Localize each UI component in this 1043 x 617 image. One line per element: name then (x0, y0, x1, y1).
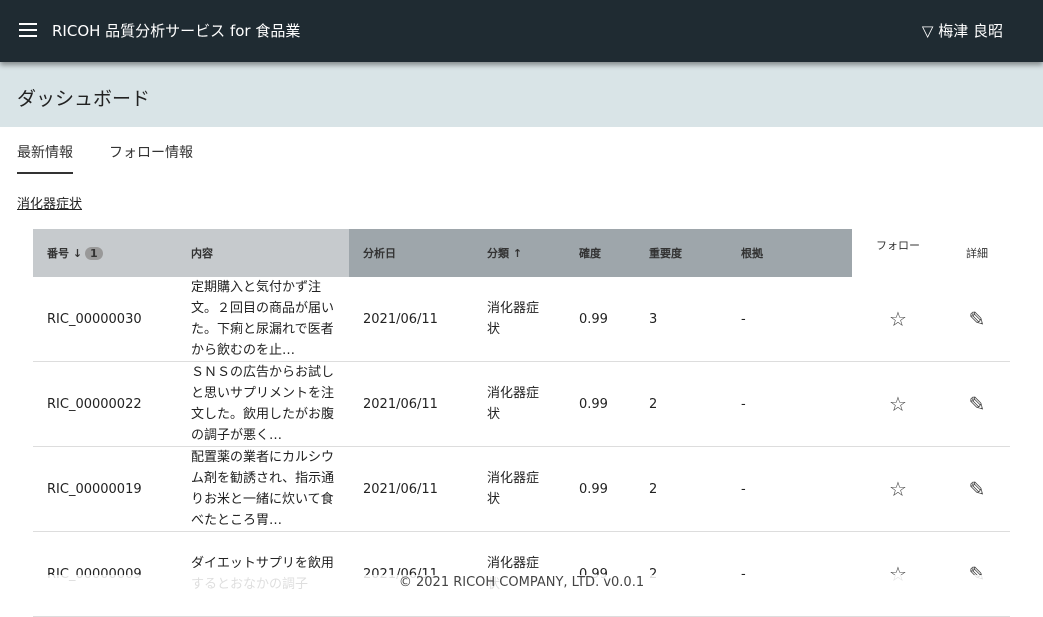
results-table: 番号 ↓ 1 内容 分析日 分類 ↑ 確度 重要度 根拠 フォロー 詳細 RIC_… (33, 229, 1010, 617)
row-confidence: 0.99 (565, 446, 635, 532)
row-confidence: 0.99 (565, 361, 635, 447)
row-date: 2021/06/11 (349, 446, 473, 532)
row-content: 配置薬の業者にカルシウム剤を勧誘され、指示通りお米と一緒に炊いて食べたところ胃… (191, 450, 335, 528)
row-category: 消化器症状 (487, 301, 540, 337)
follow-star-icon[interactable]: ☆ (852, 277, 944, 362)
row-basis: - (727, 361, 852, 447)
row-importance: 2 (635, 361, 727, 447)
row-date: 2021/06/11 (349, 361, 473, 447)
row-category-cell: 消化器症状 (473, 446, 565, 532)
tab-follow[interactable]: フォロー情報 (109, 142, 193, 162)
header-detail: 詳細 (944, 229, 1010, 277)
header-confidence[interactable]: 確度 (565, 229, 635, 277)
category-filter-link[interactable]: 消化器症状 (17, 193, 82, 212)
row-content: ダイエットサプリを飲用するとおなかの調子 (191, 556, 334, 592)
row-id: RIC_00000009 (33, 531, 177, 617)
row-basis: - (727, 531, 852, 617)
table-row[interactable]: RIC_00000030 定期購入と気付かず注文。２回目の商品が届いた。下痢と尿… (33, 277, 1010, 362)
edit-pencil-icon[interactable]: ✎ (944, 446, 1010, 532)
app-bar: RICOH 品質分析サービス for 食品業 ▽ 梅津 良昭 (0, 0, 1043, 62)
header-id[interactable]: 番号 ↓ 1 (33, 229, 177, 277)
row-date: 2021/06/11 (349, 531, 473, 617)
row-category-cell: 消化器症状 (473, 531, 565, 617)
edit-pencil-icon[interactable]: ✎ (944, 361, 1010, 447)
header-basis[interactable]: 根拠 (727, 229, 852, 277)
user-menu[interactable]: ▽ 梅津 良昭 (922, 20, 1003, 41)
header-category[interactable]: 分類 ↑ (473, 229, 565, 277)
row-content-cell: ダイエットサプリを飲用するとおなかの調子 (177, 531, 349, 617)
edit-pencil-icon[interactable]: ✎ (944, 277, 1010, 362)
row-basis: - (727, 277, 852, 362)
row-category-cell: 消化器症状 (473, 361, 565, 447)
row-importance: 3 (635, 277, 727, 362)
table-row[interactable]: RIC_00000022 ＳＮＳの広告からお試しと思いサプリメントを注文した。飲… (33, 361, 1010, 447)
row-category: 消化器症状 (487, 386, 540, 422)
row-basis: - (727, 446, 852, 532)
app-title: RICOH 品質分析サービス for 食品業 (52, 22, 301, 40)
row-content-cell: 配置薬の業者にカルシウム剤を勧誘され、指示通りお米と一緒に炊いて食べたところ胃… (177, 446, 349, 532)
row-confidence: 0.99 (565, 531, 635, 617)
row-category: 消化器症状 (487, 471, 540, 507)
page-header (0, 62, 1043, 127)
row-importance: 2 (635, 446, 727, 532)
edit-pencil-icon[interactable]: ✎ (944, 531, 1010, 617)
row-content: ＳＮＳの広告からお試しと思いサプリメントを注文した。飲用したがお腹の調子が悪く… (191, 365, 335, 443)
page-title: ダッシュボード (17, 88, 151, 110)
header-importance[interactable]: 重要度 (635, 229, 727, 277)
table-row[interactable]: RIC_00000009 ダイエットサプリを飲用するとおなかの調子 2021/0… (33, 531, 1010, 617)
row-importance: 2 (635, 531, 727, 617)
follow-star-icon[interactable]: ☆ (852, 531, 944, 617)
row-id: RIC_00000030 (33, 277, 177, 362)
row-confidence: 0.99 (565, 277, 635, 362)
row-content-cell: ＳＮＳの広告からお試しと思いサプリメントを注文した。飲用したがお腹の調子が悪く… (177, 361, 349, 447)
sort-order-badge: 1 (85, 247, 103, 260)
row-id: RIC_00000019 (33, 446, 177, 532)
row-content-cell: 定期購入と気付かず注文。２回目の商品が届いた。下痢と尿漏れで医者から飲むのを止… (177, 277, 349, 362)
tab-latest[interactable]: 最新情報 (17, 142, 73, 174)
row-id: RIC_00000022 (33, 361, 177, 447)
footer-copyright: © 2021 RICOH COMPANY, LTD. v0.0.1 (0, 575, 1043, 590)
follow-star-icon[interactable]: ☆ (852, 361, 944, 447)
follow-star-icon[interactable]: ☆ (852, 446, 944, 532)
row-category-cell: 消化器症状 (473, 277, 565, 362)
header-follow: フォロー (852, 229, 944, 277)
hamburger-menu-icon[interactable] (19, 23, 37, 37)
row-content: 定期購入と気付かず注文。２回目の商品が届いた。下痢と尿漏れで医者から飲むのを止… (191, 280, 335, 358)
row-date: 2021/06/11 (349, 277, 473, 362)
table-row[interactable]: RIC_00000019 配置薬の業者にカルシウム剤を勧誘され、指示通りお米と一… (33, 446, 1010, 532)
header-content[interactable]: 内容 (177, 229, 349, 277)
header-date[interactable]: 分析日 (349, 229, 473, 277)
